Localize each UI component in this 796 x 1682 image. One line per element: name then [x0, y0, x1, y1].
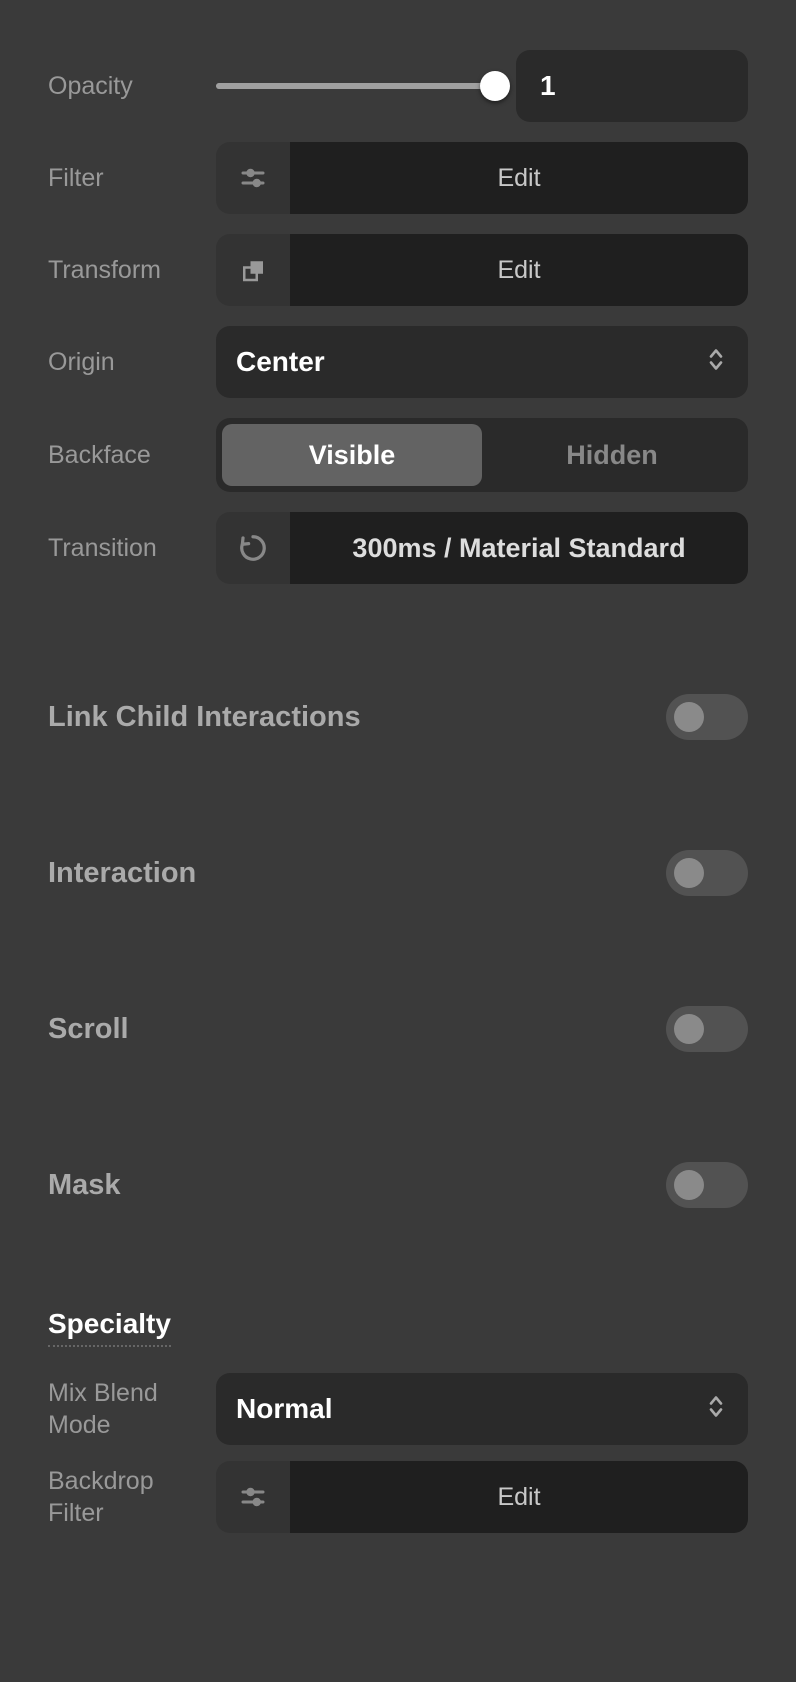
backdrop-edit-button[interactable]: Edit: [216, 1461, 748, 1533]
mix-blend-value: Normal: [236, 1393, 332, 1425]
backface-label: Backface: [48, 439, 216, 472]
opacity-label: Opacity: [48, 70, 216, 103]
chevron-updown-icon: [706, 346, 726, 379]
backface-visible-option[interactable]: Visible: [222, 424, 482, 486]
interaction-toggle[interactable]: [666, 850, 748, 896]
mask-toggle[interactable]: [666, 1162, 748, 1208]
filter-label: Filter: [48, 162, 216, 195]
sliders-icon: [216, 142, 290, 214]
opacity-input[interactable]: 1: [516, 50, 748, 122]
sliders-icon: [216, 1461, 290, 1533]
layers-icon: [216, 234, 290, 306]
transition-label: Transition: [48, 532, 216, 565]
interaction-label: Interaction: [48, 857, 196, 890]
specialty-header: Specialty: [48, 1308, 171, 1347]
transform-edit-label: Edit: [290, 234, 748, 306]
chevron-updown-icon: [706, 1393, 726, 1426]
filter-edit-button[interactable]: Edit: [216, 142, 748, 214]
link-child-toggle[interactable]: [666, 694, 748, 740]
mix-blend-label: Mix Blend Mode: [48, 1377, 216, 1442]
link-child-label: Link Child Interactions: [48, 701, 361, 734]
timer-icon: [216, 512, 290, 584]
transition-value: 300ms / Material Standard: [290, 512, 748, 584]
mask-label: Mask: [48, 1169, 121, 1202]
origin-value: Center: [236, 346, 325, 378]
backdrop-label: Backdrop Filter: [48, 1465, 216, 1530]
backface-segmented: Visible Hidden: [216, 418, 748, 492]
backdrop-edit-label: Edit: [290, 1461, 748, 1533]
mix-blend-select[interactable]: Normal: [216, 1373, 748, 1445]
transform-label: Transform: [48, 254, 216, 287]
opacity-slider[interactable]: [216, 83, 496, 89]
origin-label: Origin: [48, 346, 216, 379]
backface-hidden-option[interactable]: Hidden: [482, 424, 742, 486]
filter-edit-label: Edit: [290, 142, 748, 214]
transform-edit-button[interactable]: Edit: [216, 234, 748, 306]
scroll-toggle[interactable]: [666, 1006, 748, 1052]
origin-select[interactable]: Center: [216, 326, 748, 398]
scroll-label: Scroll: [48, 1013, 129, 1046]
transition-edit-button[interactable]: 300ms / Material Standard: [216, 512, 748, 584]
